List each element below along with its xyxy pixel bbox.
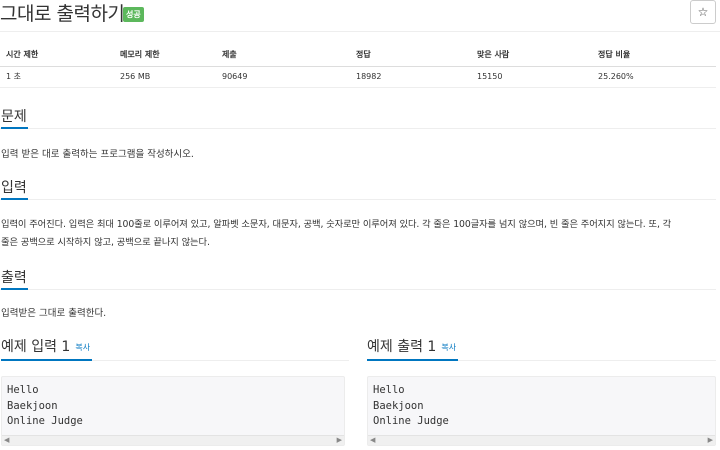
input-heading: 입력 [1, 178, 28, 200]
output-section-header: 출력 [0, 268, 716, 290]
star-icon: ☆ [697, 5, 709, 19]
sample-input-title: 예제 입력 1 [1, 339, 71, 355]
description-heading: 문제 [1, 107, 28, 129]
input-text: 입력이 주어진다. 입력은 최대 100줄로 이루어져 있고, 알파벳 소문자,… [1, 216, 671, 252]
value-time-limit: 1 초 [0, 66, 114, 88]
output-text: 입력받은 그대로 출력한다. [1, 308, 107, 319]
problem-info-table: 시간 제한 메모리 제한 제출 정답 맞은 사람 정답 비율 1 초 256 M… [0, 44, 716, 88]
sample-input-header: 예제 입력 1 복사 [1, 337, 349, 361]
scroll-right-arrow-icon[interactable]: ▶ [708, 436, 713, 445]
input-section-header: 입력 [0, 178, 716, 200]
sample-input-box[interactable]: Hello Baekjoon Online Judge ◀ ▶ [1, 376, 345, 446]
sample-input-heading: 예제 입력 1 복사 [1, 337, 93, 361]
value-submissions[interactable]: 90649 [216, 66, 350, 88]
solved-badge: 성공 [123, 7, 144, 22]
input-text-line-1: 입력이 주어진다. 입력은 최대 100줄로 이루어져 있고, 알파벳 소문자,… [1, 219, 672, 230]
value-solvers[interactable]: 15150 [471, 66, 592, 88]
problem-title-row: 그대로 출력하기 성공 ☆ [0, 0, 720, 32]
scroll-left-arrow-icon[interactable]: ◀ [4, 436, 9, 445]
header-correct: 정답 [350, 44, 471, 67]
info-header-row: 시간 제한 메모리 제한 제출 정답 맞은 사람 정답 비율 [0, 44, 716, 67]
header-ratio: 정답 비율 [592, 44, 716, 67]
header-time-limit: 시간 제한 [0, 44, 114, 67]
sample-output-header: 예제 출력 1 복사 [367, 337, 716, 361]
description-section-header: 문제 [0, 107, 716, 129]
header-solvers: 맞은 사람 [471, 44, 592, 67]
input-text-line-2: 줄은 공백으로 시작하지 않고, 공백으로 끝나지 않는다. [1, 237, 210, 248]
sample-output-content[interactable]: Hello Baekjoon Online Judge [368, 377, 715, 436]
scroll-left-arrow-icon[interactable]: ◀ [370, 436, 375, 445]
copy-sample-input-link[interactable]: 복사 [75, 343, 90, 352]
sample-output-heading: 예제 출력 1 복사 [367, 337, 459, 361]
header-submissions: 제출 [216, 44, 350, 67]
copy-sample-output-link[interactable]: 복사 [441, 343, 456, 352]
problem-title: 그대로 출력하기 [0, 3, 125, 25]
sample-output-title: 예제 출력 1 [367, 339, 437, 355]
sample-output-scrollbar[interactable]: ◀ ▶ [368, 435, 715, 445]
sample-input-scrollbar[interactable]: ◀ ▶ [2, 435, 344, 445]
sample-input-content[interactable]: Hello Baekjoon Online Judge [2, 377, 344, 436]
header-memory-limit: 메모리 제한 [114, 44, 216, 67]
value-correct: 18982 [350, 66, 471, 88]
info-value-row: 1 초 256 MB 90649 18982 15150 25.260% [0, 66, 716, 88]
value-ratio: 25.260% [592, 66, 716, 88]
favorite-star-button[interactable]: ☆ [690, 0, 716, 24]
scroll-right-arrow-icon[interactable]: ▶ [337, 436, 342, 445]
description-text: 입력 받은 대로 출력하는 프로그램을 작성하시오. [1, 149, 194, 160]
sample-output-box[interactable]: Hello Baekjoon Online Judge ◀ ▶ [367, 376, 716, 446]
output-heading: 출력 [1, 268, 28, 290]
value-memory-limit: 256 MB [114, 66, 216, 88]
